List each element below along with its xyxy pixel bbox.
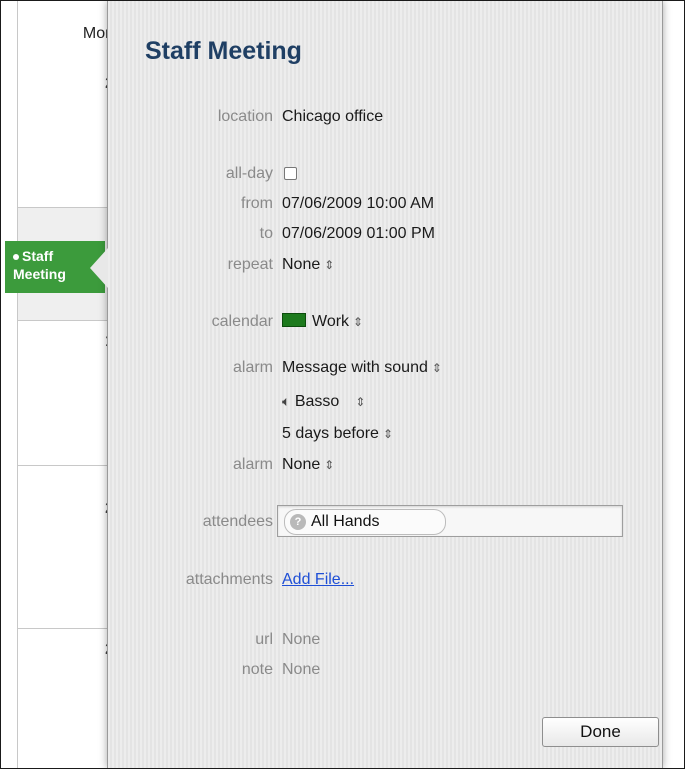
attendees-field[interactable]: ? All Hands xyxy=(277,505,623,537)
updown-arrows-icon: ⇕ xyxy=(353,315,364,329)
allday-label: all-day xyxy=(225,165,273,182)
calendar-color-swatch xyxy=(282,313,306,327)
speaker-icon: 🔈︎ xyxy=(282,393,291,409)
done-button[interactable]: Done xyxy=(542,717,659,747)
updown-arrows-icon: ⇕ xyxy=(324,458,335,472)
updown-arrows-icon: ⇕ xyxy=(382,427,394,441)
alarm-time-value: 5 days before xyxy=(282,425,379,442)
note-label: note xyxy=(241,661,273,678)
event-title[interactable]: Staff Meeting xyxy=(145,37,302,66)
event-label: Staff Meeting xyxy=(13,248,66,282)
alarm2-select[interactable]: None ⇕ xyxy=(282,456,334,474)
attendee-token[interactable]: ? All Hands xyxy=(284,509,446,535)
url-value[interactable]: None xyxy=(282,631,320,649)
calendar-value: Work xyxy=(312,313,350,330)
event-dot-icon xyxy=(13,254,19,261)
updown-arrows-icon: ⇕ xyxy=(431,361,442,375)
location-label: location xyxy=(217,108,273,125)
updown-arrows-icon: ⇕ xyxy=(355,395,366,409)
alarm-sound-value: Basso xyxy=(294,393,340,410)
attendees-label: attendees xyxy=(202,513,273,530)
from-label: from xyxy=(241,195,273,212)
alarm-label: alarm xyxy=(232,359,273,376)
repeat-label: repeat xyxy=(227,256,273,273)
url-label: url xyxy=(255,631,273,648)
attendee-help-icon: ? xyxy=(290,514,306,530)
alarm-sound-select[interactable]: 🔈︎ Basso ⇕ xyxy=(282,393,365,411)
calendar-label: calendar xyxy=(211,313,273,330)
event-detail-popover: Staff Meeting location Chicago office al… xyxy=(90,1,663,768)
alarm-type-select[interactable]: Message with sound ⇕ xyxy=(282,359,442,377)
add-file-link[interactable]: Add File... xyxy=(282,571,354,588)
repeat-value: None xyxy=(282,256,321,273)
to-datetime[interactable]: 07/06/2009 01:00 PM xyxy=(282,225,435,243)
allday-checkbox[interactable] xyxy=(284,167,297,180)
calendar-window: Mon 2 1 2 2 Staff Meeting Staff Meeting … xyxy=(0,0,685,769)
calendar-select[interactable]: Work ⇕ xyxy=(282,313,363,331)
popover-arrow xyxy=(90,248,108,288)
alarm2-value: None xyxy=(282,456,321,473)
from-datetime[interactable]: 07/06/2009 10:00 AM xyxy=(282,195,434,213)
attachments-value: Add File... xyxy=(282,571,354,589)
attachments-label: attachments xyxy=(185,571,273,588)
alarm-time-select[interactable]: 5 days before ⇕ xyxy=(282,425,393,443)
repeat-select[interactable]: None ⇕ xyxy=(282,256,334,274)
updown-arrows-icon: ⇕ xyxy=(324,258,335,272)
alarm-type-value: Message with sound xyxy=(282,359,428,376)
attendee-name: All Hands xyxy=(311,513,380,530)
to-label: to xyxy=(259,225,273,242)
location-value[interactable]: Chicago office xyxy=(282,108,383,126)
note-value[interactable]: None xyxy=(282,661,320,679)
alarm-label: alarm xyxy=(232,456,273,473)
